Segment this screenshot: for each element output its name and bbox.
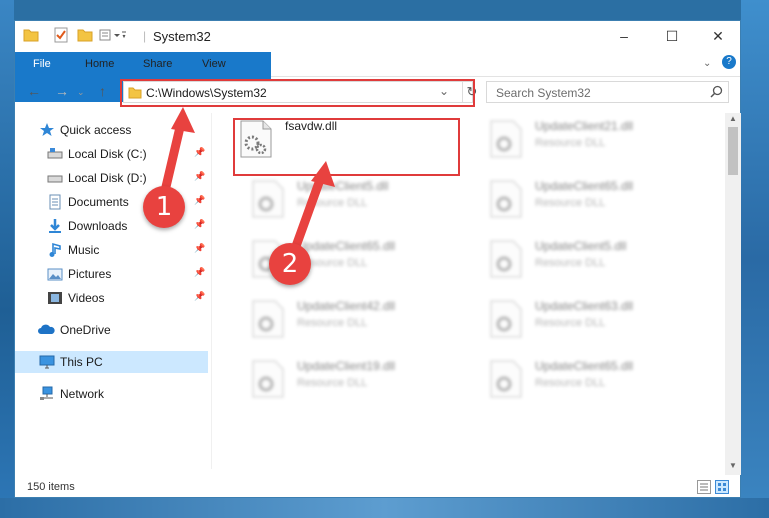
desktop-background-left	[0, 0, 14, 518]
file-explorer-window: | System32 – ☐ ✕ File Home Share View ⌄ …	[14, 20, 741, 498]
step-1-badge: 1	[143, 186, 185, 228]
arrow-2	[290, 161, 335, 254]
desktop-background-bottom	[0, 498, 769, 518]
annotation-arrows	[160, 107, 335, 254]
arrow-1	[160, 107, 195, 196]
step-2-badge: 2	[269, 243, 311, 285]
desktop-background-right	[741, 0, 769, 518]
